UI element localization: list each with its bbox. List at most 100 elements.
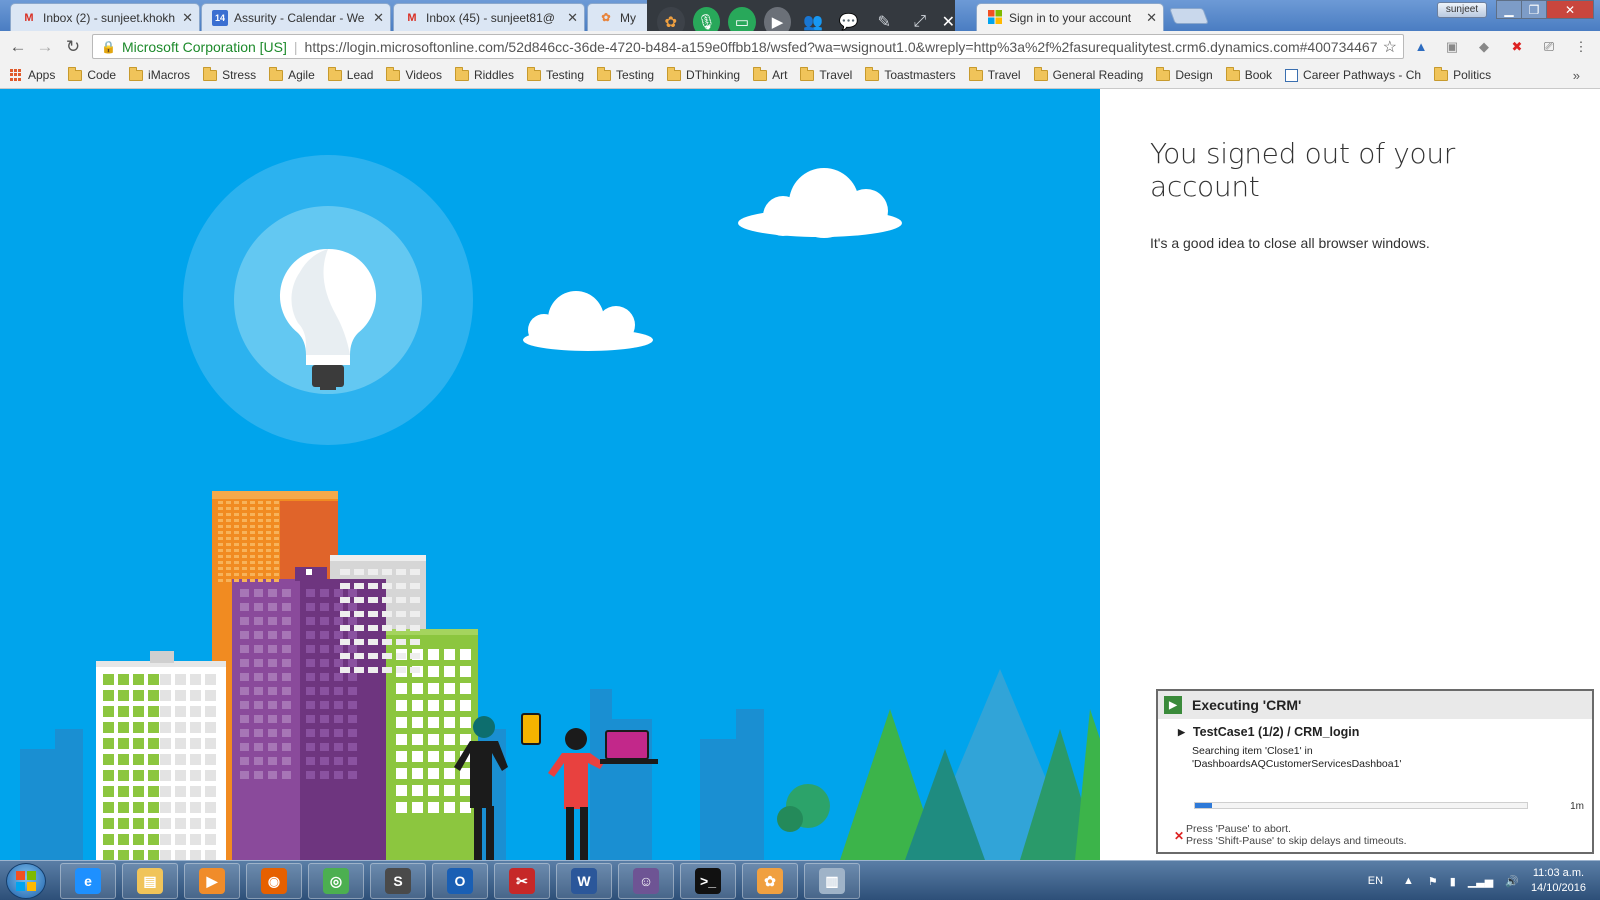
tab-assurity-calendar[interactable]: 14 Assurity - Calendar - We ✕ [201,3,391,31]
close-tab-icon[interactable]: ✕ [182,10,193,26]
bookmark-travel[interactable]: Travel [968,66,1021,82]
close-tab-icon[interactable]: ✕ [373,10,384,26]
extension-window-icon[interactable]: ▣ [1443,38,1461,56]
taskbar-outlook[interactable]: O [432,863,488,899]
taskbar-notepad[interactable]: ▥ [804,863,860,899]
taskbar-command-prompt[interactable]: >_ [680,863,736,899]
folder-icon [865,66,880,81]
bookmark-book[interactable]: Book [1225,66,1273,82]
folder-icon [526,66,541,81]
tab-sign-in-to-your-account[interactable]: Sign in to your account ✕ [976,3,1164,31]
language-indicator[interactable]: EN [1368,875,1383,887]
elapsed-time: 1m [1570,801,1584,812]
close-tab-icon[interactable]: ✕ [567,10,578,26]
folder-icon [1225,66,1240,81]
tab-inbox-sunjeet81[interactable]: M Inbox (45) - sunjeet81@ ✕ [393,3,585,31]
taskbar-snipping-tool[interactable]: ✂ [494,863,550,899]
taskbar-word[interactable]: W [556,863,612,899]
minimize-button[interactable]: ▁ [1496,0,1522,19]
tab-title: My [620,10,636,25]
back-arrow-icon[interactable]: ← [8,37,28,57]
battery-icon[interactable]: ▮ [1450,875,1456,888]
bookmark-stress[interactable]: Stress [203,66,256,82]
signout-panel: You signed out of your account It's a go… [1150,137,1570,251]
bookmark-label: Design [1175,68,1213,82]
bookmark-politics[interactable]: Politics [1434,66,1492,82]
tab-title: Inbox (2) - sunjeet.khokh [43,10,176,25]
folder-icon [667,66,682,81]
bookmark-imacros[interactable]: iMacros [129,66,190,82]
action-center-flag-icon[interactable]: ⚑ [1428,875,1438,888]
folder-icon [597,66,612,81]
execution-header: ▶ Executing 'CRM' [1158,691,1592,719]
taskbar-github[interactable]: ☺ [618,863,674,899]
page-icon [1285,68,1299,82]
bookmark-agile[interactable]: Agile [269,66,315,82]
bookmark-design[interactable]: Design [1156,66,1213,82]
lock-icon: 🔒 [101,39,116,54]
folder-icon [800,66,815,81]
network-signal-icon[interactable]: ▁▃▅ [1468,875,1493,888]
bookmark-label: Testing [616,68,655,82]
city-illustration [20,155,1100,860]
address-bar[interactable]: 🔒 Microsoft Corporation [US] | https://l… [92,34,1404,59]
bookmark-apps[interactable]: Apps [10,68,55,82]
calendar-icon: 14 [212,9,228,26]
taskbar-sublime-text[interactable]: S [370,863,426,899]
word-icon: W [571,868,597,894]
new-tab-button[interactable] [1169,8,1209,24]
restore-button[interactable]: ❐ [1521,0,1547,19]
windows-logo-icon [16,871,36,891]
bookmark-star-icon[interactable]: ☆ [1378,37,1397,57]
tab-title: Assurity - Calendar - We [234,10,365,25]
forward-arrow-icon[interactable]: → [35,37,55,57]
bookmark-testing[interactable]: Testing [526,66,584,82]
close-window-button[interactable]: ✕ [1546,0,1594,19]
show-hidden-icons-icon[interactable]: ▲ [1403,875,1414,887]
tab-inbox-sunjeet-khokh[interactable]: M Inbox (2) - sunjeet.khokh ✕ [10,3,200,31]
extension-a-icon[interactable]: ▲ [1412,38,1430,56]
bookmark-lead[interactable]: Lead [327,66,373,82]
bookmark-travel[interactable]: Travel [800,66,853,82]
tab-title: Inbox (45) - sunjeet81@ [426,10,555,25]
clock[interactable]: 11:03 a.m. 14/10/2016 [1531,866,1586,896]
folder-icon [1033,66,1048,81]
taskbar-meeting-app[interactable]: ✿ [742,863,798,899]
search-status-line2: 'DashboardsAQCustomerServicesDashboa1' [1192,758,1402,770]
menu-icon[interactable]: ⋮ [1572,38,1590,56]
cast-icon[interactable]: ⎚ [1540,38,1558,56]
signout-heading: You signed out of your account [1150,137,1455,203]
signout-message: It's a good idea to close all browser wi… [1150,235,1430,251]
volume-icon[interactable]: 🔊 [1505,875,1519,888]
sublime-text-icon: S [385,868,411,894]
test-case-name: TestCase1 (1/2) / CRM_login [1192,725,1360,739]
taskbar-media-player[interactable]: ▶ [184,863,240,899]
bookmark-videos[interactable]: Videos [386,66,442,82]
bookmark-career-pathways-ch[interactable]: Career Pathways - Ch [1285,68,1421,82]
outlook-icon: O [447,868,473,894]
bookmark-riddles[interactable]: Riddles [454,66,514,82]
bookmark-label: Politics [1453,68,1492,82]
reload-icon[interactable]: ↻ [63,37,83,57]
extension-diamond-icon[interactable]: ◆ [1475,38,1493,56]
bookmark-testing[interactable]: Testing [597,66,655,82]
folder-icon [386,66,401,81]
start-button[interactable] [6,863,46,899]
bookmark-art[interactable]: Art [753,66,787,82]
taskbar-file-explorer[interactable]: ▤ [122,863,178,899]
profile-badge[interactable]: sunjeet [1437,2,1487,18]
bookmark-label: Travel [819,68,853,82]
taskbar-chrome[interactable]: ◎ [308,863,364,899]
more-bookmarks-icon[interactable]: » [1573,68,1580,83]
extension-tool-icon[interactable]: ✖ [1508,38,1526,56]
meeting-icon: ✿ [601,11,611,24]
taskbar-firefox[interactable]: ◉ [246,863,302,899]
bookmark-label: Book [1244,68,1273,82]
close-tab-icon[interactable]: ✕ [1146,10,1157,26]
bookmark-general-reading[interactable]: General Reading [1033,66,1143,82]
bookmark-toastmasters[interactable]: Toastmasters [865,66,956,82]
folder-icon [327,66,342,81]
taskbar-internet-explorer[interactable]: e [60,863,116,899]
bookmark-dthinking[interactable]: DThinking [667,66,740,82]
bookmark-code[interactable]: Code [68,66,116,82]
